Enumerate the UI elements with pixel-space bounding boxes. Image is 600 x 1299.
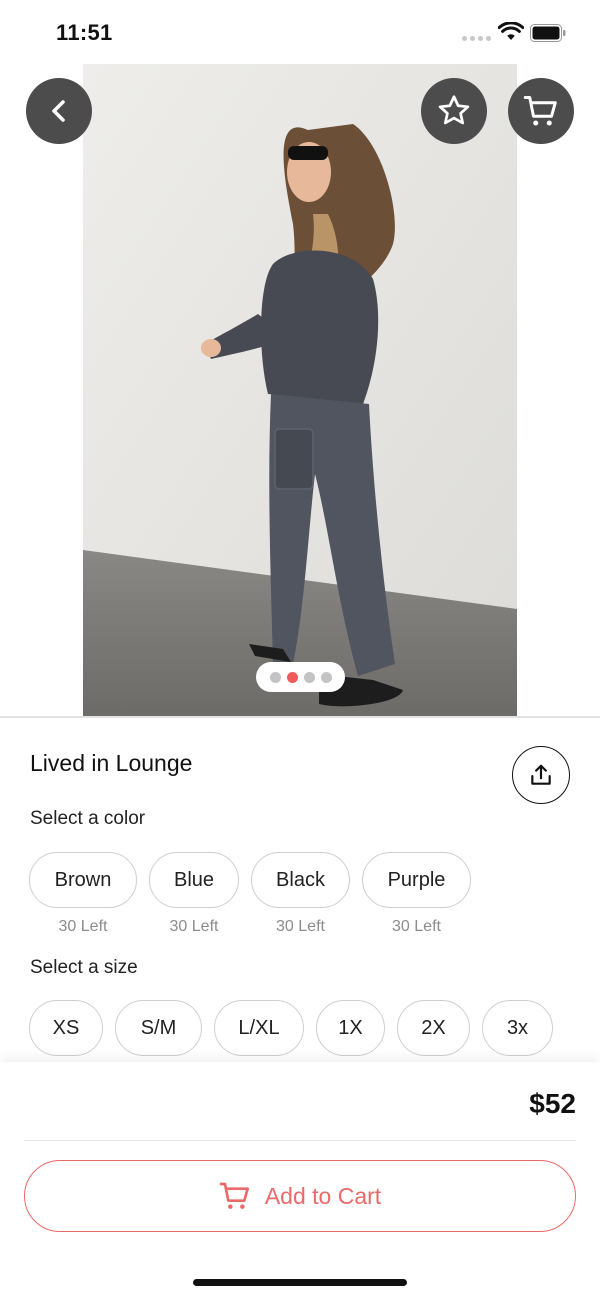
home-indicator[interactable] <box>193 1279 407 1286</box>
color-option-brown[interactable]: Brown <box>29 852 137 908</box>
favorite-button[interactable] <box>421 78 487 144</box>
add-to-cart-button[interactable]: Add to Cart <box>24 1160 576 1232</box>
size-option-1x[interactable]: 1X <box>316 1000 385 1056</box>
color-option-purple[interactable]: Purple <box>362 852 471 908</box>
back-button[interactable] <box>26 78 92 144</box>
product-price: $52 <box>529 1088 576 1119</box>
color-section-label: Select a color <box>30 808 146 829</box>
add-to-cart-label: Add to Cart <box>264 1182 382 1209</box>
cellular-signal-icon <box>462 36 491 41</box>
size-option-xs[interactable]: XS <box>29 1000 103 1056</box>
share-button[interactable] <box>512 746 570 804</box>
size-option-sm[interactable]: S/M <box>115 1000 202 1056</box>
image-divider <box>0 716 600 718</box>
color-stock-purple: 30 Left <box>392 918 441 935</box>
cart-icon <box>523 96 557 126</box>
product-image[interactable] <box>83 64 517 716</box>
size-option-lxl[interactable]: L/XL <box>214 1000 304 1056</box>
price-divider <box>24 1140 576 1141</box>
status-bar: 11:51 <box>0 0 600 64</box>
chevron-left-icon <box>52 100 65 122</box>
size-section-label: Select a size <box>30 957 138 978</box>
status-time: 11:51 <box>56 20 113 45</box>
battery-icon <box>530 24 566 42</box>
size-option-3x[interactable]: 3x <box>482 1000 553 1056</box>
cart-button[interactable] <box>508 78 574 144</box>
color-stock-blue: 30 Left <box>169 918 219 935</box>
wifi-icon <box>498 22 524 40</box>
share-icon <box>531 764 551 785</box>
size-option-2x[interactable]: 2X <box>397 1000 470 1056</box>
product-title: Lived in Lounge <box>30 750 193 776</box>
color-stock-brown: 30 Left <box>58 918 108 935</box>
image-page-indicator[interactable] <box>256 662 345 692</box>
color-stock-black: 30 Left <box>276 918 325 935</box>
cart-icon <box>219 1182 249 1209</box>
color-option-black[interactable]: Black <box>251 852 350 908</box>
star-icon <box>438 95 470 125</box>
color-option-blue[interactable]: Blue <box>149 852 239 908</box>
